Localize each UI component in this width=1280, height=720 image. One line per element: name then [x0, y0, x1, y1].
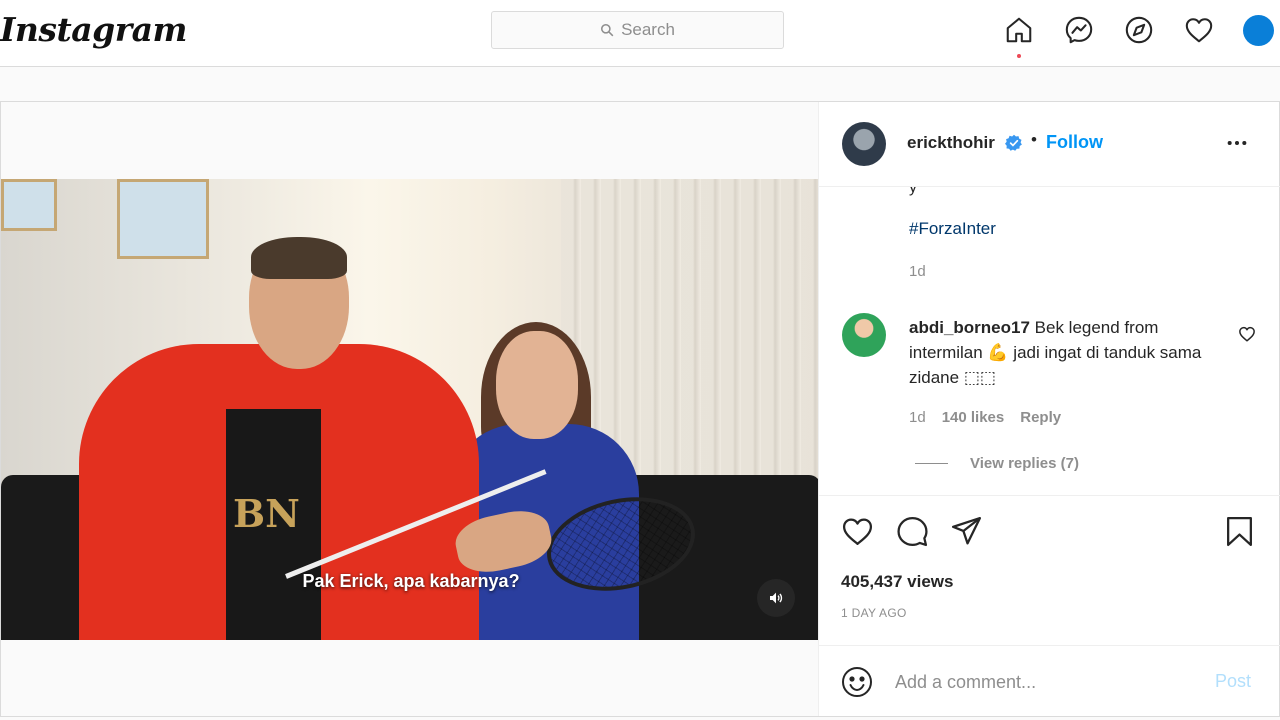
- view-replies-button[interactable]: View replies (7): [915, 455, 1079, 472]
- video-player[interactable]: BN Pak Erick, apa kabarnya?: [1, 179, 818, 640]
- author-username[interactable]: erickthohir: [907, 133, 995, 153]
- video-subtitle: Pak Erick, apa kabarnya?: [302, 571, 520, 591]
- post-side-panel: erickthohir • Follow y #ForzaInter 1d ab…: [818, 102, 1280, 716]
- header-separator: •: [1031, 130, 1037, 149]
- author-avatar[interactable]: [842, 122, 886, 166]
- messenger-icon[interactable]: [1063, 14, 1095, 46]
- post-comment-button[interactable]: Post: [1215, 671, 1251, 692]
- wall-picture-frame: [1, 179, 57, 231]
- follow-button[interactable]: Follow: [1046, 132, 1103, 153]
- top-navigation-bar: Instagram Search: [0, 0, 1280, 67]
- activity-heart-icon[interactable]: [1183, 14, 1215, 46]
- replies-divider-line: [915, 463, 948, 464]
- instagram-logo[interactable]: Instagram: [0, 10, 187, 49]
- commenter-username[interactable]: abdi_borneo17: [909, 318, 1030, 337]
- volume-button[interactable]: [757, 579, 795, 617]
- profile-avatar[interactable]: [1243, 15, 1274, 46]
- caption-text-tail: y: [909, 187, 917, 196]
- search-icon: [601, 23, 614, 37]
- comment-input[interactable]: [895, 668, 1195, 696]
- add-comment-bar: Post: [819, 645, 1280, 716]
- emoji-icon[interactable]: [841, 666, 873, 698]
- wall-picture-frame: [117, 179, 209, 259]
- comment-likes-count[interactable]: 140 likes: [942, 409, 1005, 426]
- comments-list[interactable]: y #ForzaInter 1d abdi_borneo17 Bek legen…: [819, 187, 1280, 495]
- comment-like-heart-icon[interactable]: [1238, 325, 1256, 343]
- search-placeholder: Search: [621, 20, 675, 39]
- comment-bubble-icon[interactable]: [895, 514, 929, 548]
- caption-timestamp[interactable]: 1d: [909, 263, 926, 280]
- comment-meta: 1d 140 likes Reply: [909, 409, 1061, 426]
- save-bookmark-icon[interactable]: [1222, 514, 1256, 548]
- home-icon[interactable]: [1003, 14, 1035, 46]
- comment-timestamp[interactable]: 1d: [909, 409, 926, 426]
- share-paper-plane-icon[interactable]: [949, 514, 983, 548]
- verified-badge-icon: [1005, 134, 1022, 151]
- search-box[interactable]: Search: [491, 11, 784, 49]
- post-card: BN Pak Erick, apa kabarnya? erickthohir …: [0, 101, 1280, 717]
- commenter-avatar[interactable]: [842, 313, 886, 357]
- like-heart-icon[interactable]: [840, 514, 874, 548]
- caption-hashtag[interactable]: #ForzaInter: [909, 219, 996, 239]
- more-options-icon[interactable]: [1224, 130, 1250, 156]
- woman-figure-head: [496, 331, 578, 439]
- home-notification-dot: [1017, 54, 1021, 58]
- post-actions: 405,437 views 1 DAY AGO: [819, 495, 1280, 645]
- view-replies-label: View replies (7): [970, 455, 1079, 472]
- comment-body: abdi_borneo17 Bek legend from intermilan…: [909, 315, 1209, 390]
- comment-reply-button[interactable]: Reply: [1020, 409, 1061, 426]
- views-count[interactable]: 405,437 views: [841, 572, 953, 592]
- man-figure-hair: [251, 237, 347, 279]
- post-header: erickthohir • Follow: [819, 102, 1280, 187]
- post-media: BN Pak Erick, apa kabarnya?: [1, 102, 818, 716]
- post-timestamp[interactable]: 1 DAY AGO: [841, 606, 907, 620]
- speaker-icon: [770, 592, 783, 604]
- shirt-logo: BN: [233, 491, 300, 536]
- explore-icon[interactable]: [1123, 14, 1155, 46]
